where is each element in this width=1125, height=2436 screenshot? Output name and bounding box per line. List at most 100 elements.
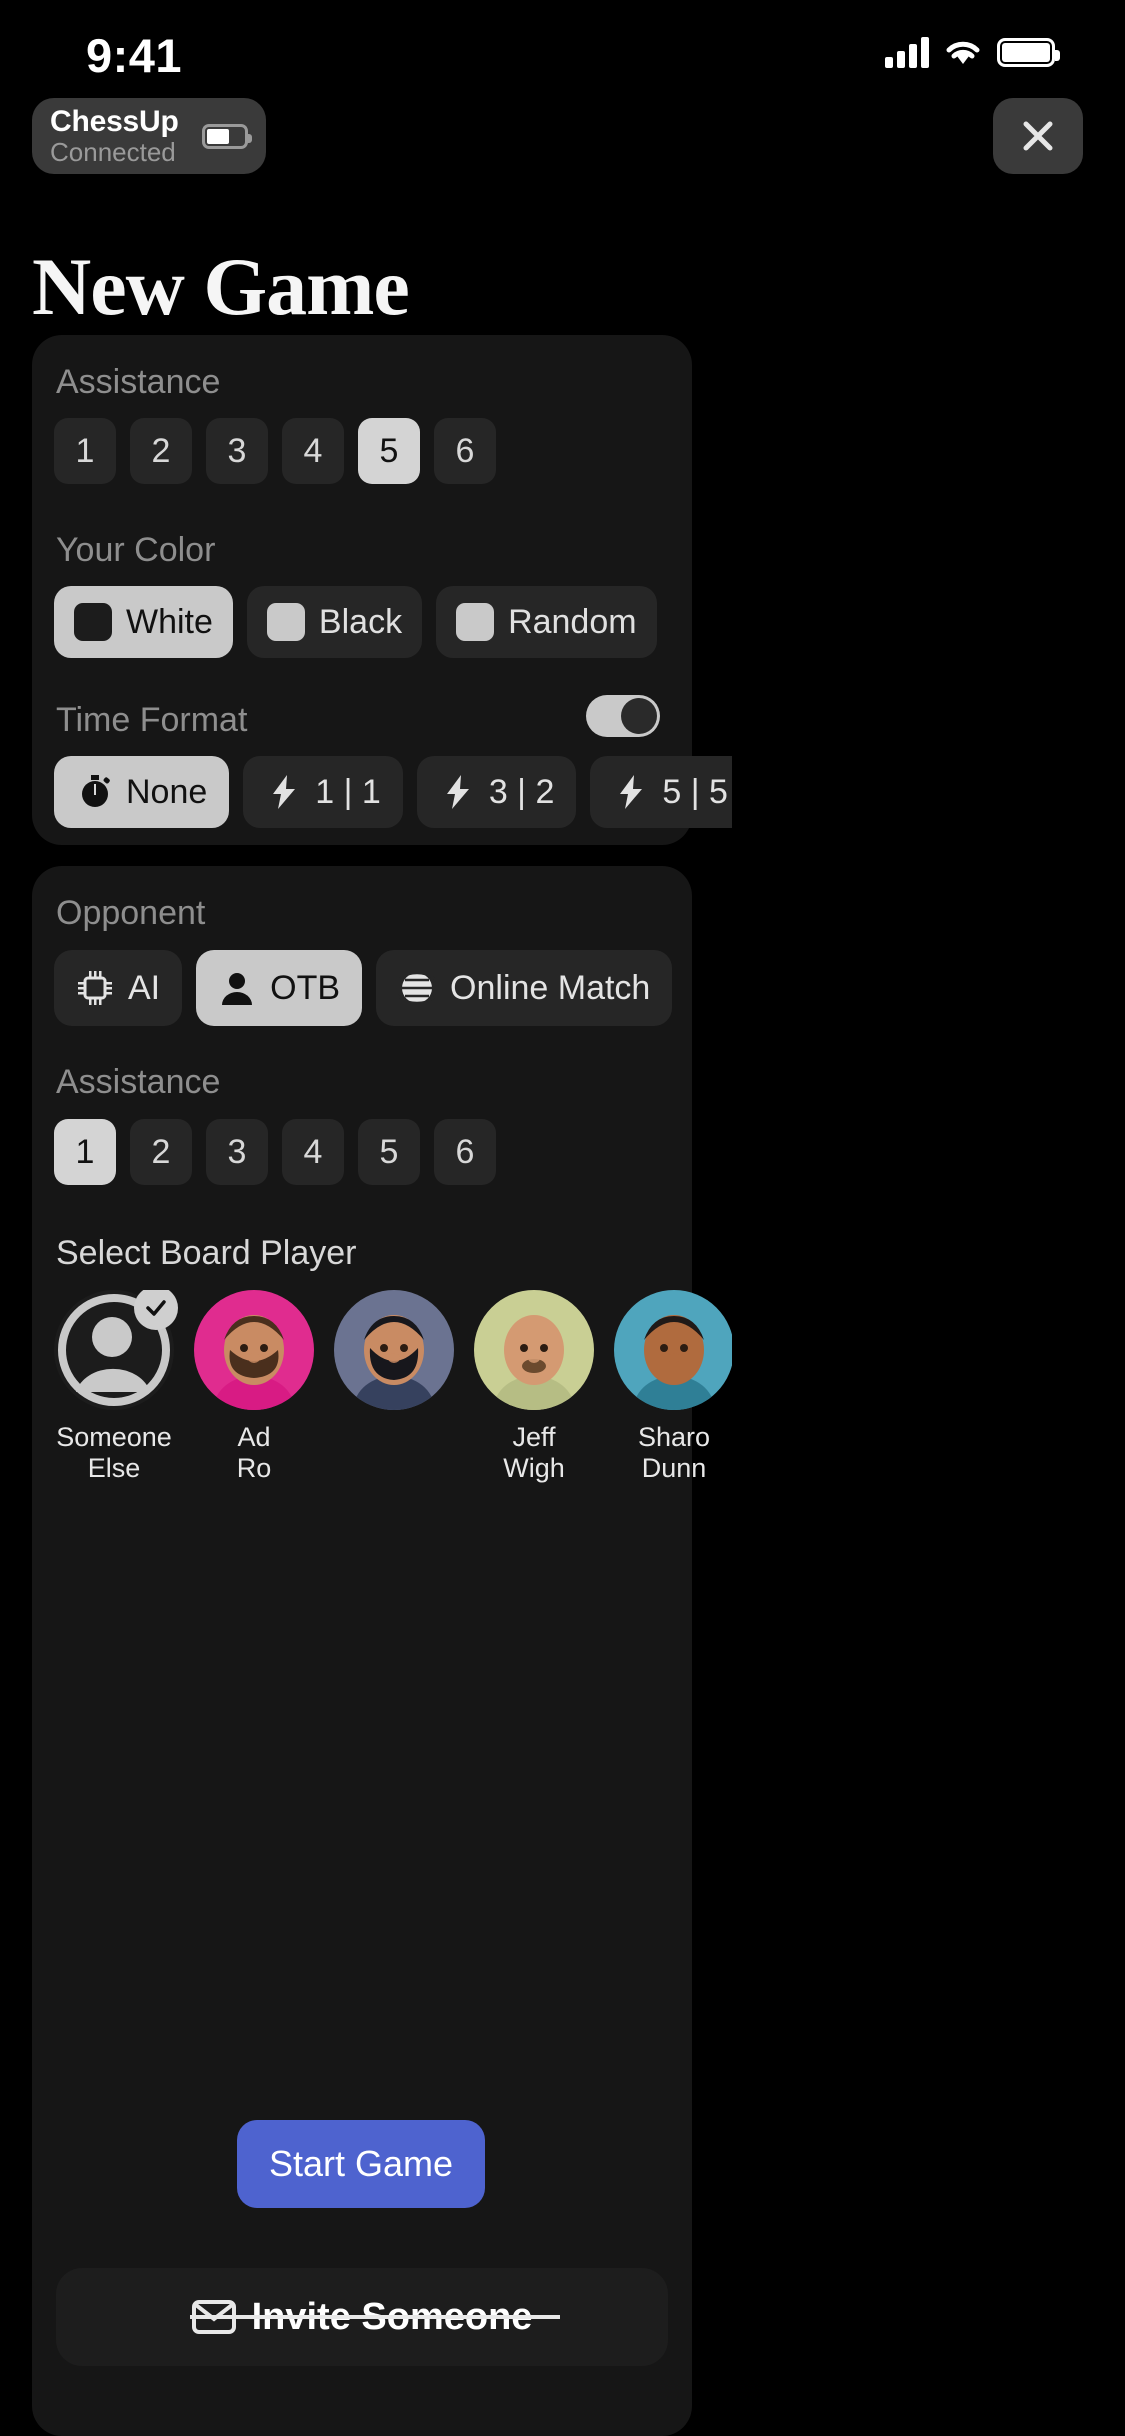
- device-name: ChessUp: [50, 104, 179, 138]
- assistance-option-1[interactable]: 1: [54, 418, 116, 484]
- time-format-option-none[interactable]: None: [54, 756, 230, 828]
- board-player-item[interactable]: Someone Else: [54, 1290, 178, 1485]
- opponent-assistance-option-5[interactable]: 5: [358, 1119, 420, 1185]
- page-title: New Game: [32, 241, 410, 332]
- battery-icon: [997, 37, 1060, 67]
- stopwatch-icon: [82, 775, 110, 807]
- opponent-assistance-option-1[interactable]: 1: [54, 1119, 116, 1185]
- new-game-screen: 9:41 ChessUp Connected New Game Assistan…: [0, 0, 1125, 2436]
- color-swatch: [74, 603, 112, 641]
- cpu-chip-icon: [78, 971, 112, 1005]
- avatar: [54, 1290, 178, 1410]
- divider-line: [190, 2315, 560, 2319]
- opponent-assistance-options: 123456: [32, 1119, 496, 1185]
- opponent-option-label: Online Match: [450, 968, 651, 1007]
- opponent-assistance-label: Assistance: [56, 1063, 221, 1101]
- opponent-label: Opponent: [56, 894, 206, 932]
- board-player-name-line1: Someone: [56, 1422, 172, 1452]
- close-button[interactable]: [993, 98, 1083, 174]
- board-player-name-line2: Wigh: [503, 1453, 565, 1484]
- avatar-image: [334, 1290, 454, 1410]
- opponent-assistance-option-4[interactable]: 4: [282, 1119, 344, 1185]
- board-player-item[interactable]: Jeff Wigh: [474, 1290, 594, 1485]
- board-player-name-line1: Ad: [237, 1422, 271, 1452]
- color-option-label: Black: [318, 602, 403, 641]
- time-format-option-label: 5 | 5: [662, 772, 728, 811]
- avatar-image: [474, 1290, 594, 1410]
- game-settings-card: Assistance 123456 Your Color White Black R…: [32, 335, 732, 845]
- avatar: [614, 1290, 732, 1410]
- time-format-option-label: None: [126, 772, 208, 811]
- bolt-icon: [273, 775, 296, 809]
- assistance-option-2[interactable]: 2: [130, 418, 192, 484]
- assistance-label: Assistance: [56, 363, 221, 401]
- color-swatch: [456, 603, 495, 641]
- avatar-curly-woman: [634, 1315, 714, 1410]
- color-option-label: Random: [508, 602, 637, 641]
- time-format-option-1-1[interactable]: 1 | 1: [243, 756, 403, 828]
- avatar: [334, 1290, 454, 1410]
- assistance-options: 123456: [32, 418, 496, 484]
- opponent-option-label: AI: [128, 968, 161, 1007]
- avatar-curly-beard: [214, 1315, 294, 1410]
- board-player-item[interactable]: Ad Ro: [194, 1290, 314, 1485]
- assistance-option-3[interactable]: 3: [206, 418, 268, 484]
- board-player-name: Someone Else: [54, 1422, 174, 1485]
- color-option-random[interactable]: Random: [436, 586, 657, 658]
- opponent-assistance-option-3[interactable]: 3: [206, 1119, 268, 1185]
- board-player-name: Sharo Dunn: [614, 1422, 732, 1485]
- color-option-label: White: [126, 602, 213, 641]
- bolt-icon: [620, 775, 643, 809]
- time-format-options: None 1 | 1 3 | 2 5 | 5: [32, 756, 732, 828]
- board-player-item[interactable]: [334, 1290, 454, 1485]
- color-option-black[interactable]: Black: [246, 586, 423, 658]
- board-player-list: Someone Else Ad Ro Jeff Wigh Sharo Dunn: [32, 1290, 732, 1485]
- avatar-bald-mustache: [494, 1315, 574, 1410]
- close-icon: [1023, 121, 1053, 151]
- assistance-option-5[interactable]: 5: [358, 418, 420, 484]
- device-battery-icon: [202, 123, 252, 149]
- color-swatch: [266, 603, 305, 641]
- board-player-item[interactable]: Sharo Dunn: [614, 1290, 732, 1485]
- opponent-assistance-option-6[interactable]: 6: [434, 1119, 496, 1185]
- assistance-option-6[interactable]: 6: [434, 418, 496, 484]
- color-option-white[interactable]: White: [54, 586, 233, 658]
- assistance-option-4[interactable]: 4: [282, 418, 344, 484]
- board-player-label: Select Board Player: [56, 1234, 357, 1272]
- time-format-option-label: 1 | 1: [315, 772, 381, 811]
- status-bar: 9:41: [0, 0, 1125, 105]
- time-format-option-5-5[interactable]: 5 | 5: [590, 756, 732, 828]
- person-icon: [222, 973, 253, 1005]
- start-game-button[interactable]: Start Game: [237, 2120, 485, 2208]
- opponent-option-label: OTB: [270, 968, 341, 1007]
- time-format-label: Time Format: [56, 701, 248, 739]
- opponent-option-ai[interactable]: AI: [54, 950, 183, 1026]
- status-bar-time: 9:41: [86, 29, 183, 82]
- bolt-icon: [446, 775, 469, 809]
- avatar-dark-hair-beard: [354, 1315, 434, 1410]
- time-format-toggle[interactable]: [586, 695, 660, 737]
- your-color-options: White Black Random: [32, 586, 657, 658]
- opponent-assistance-option-2[interactable]: 2: [130, 1119, 192, 1185]
- checkmark-icon: [134, 1290, 178, 1330]
- time-format-option-label: 3 | 2: [488, 772, 555, 811]
- device-connection-pill[interactable]: ChessUp Connected: [32, 98, 266, 174]
- wifi-icon: [943, 37, 983, 67]
- avatar-image: [194, 1290, 314, 1410]
- board-player-name: [334, 1422, 454, 1453]
- avatar: [194, 1290, 314, 1410]
- time-format-option-3-2[interactable]: 3 | 2: [416, 756, 577, 828]
- status-bar-icons: [885, 36, 1060, 68]
- device-status: Connected: [50, 137, 176, 168]
- opponent-options: AI OTB Online Match: [32, 950, 732, 1026]
- avatar-image: [614, 1290, 732, 1410]
- opponent-option-online-match[interactable]: Online Match: [376, 950, 673, 1026]
- board-player-name-line2: Dunn: [641, 1453, 707, 1484]
- board-player-name: Ad Ro: [194, 1422, 314, 1485]
- board-player-name-line2: Ro: [236, 1453, 272, 1484]
- avatar: [474, 1290, 594, 1410]
- opponent-option-otb[interactable]: OTB: [196, 950, 363, 1026]
- globe-icon: [398, 971, 437, 1005]
- cellular-signal-icon: [885, 36, 929, 68]
- your-color-label: Your Color: [56, 531, 216, 569]
